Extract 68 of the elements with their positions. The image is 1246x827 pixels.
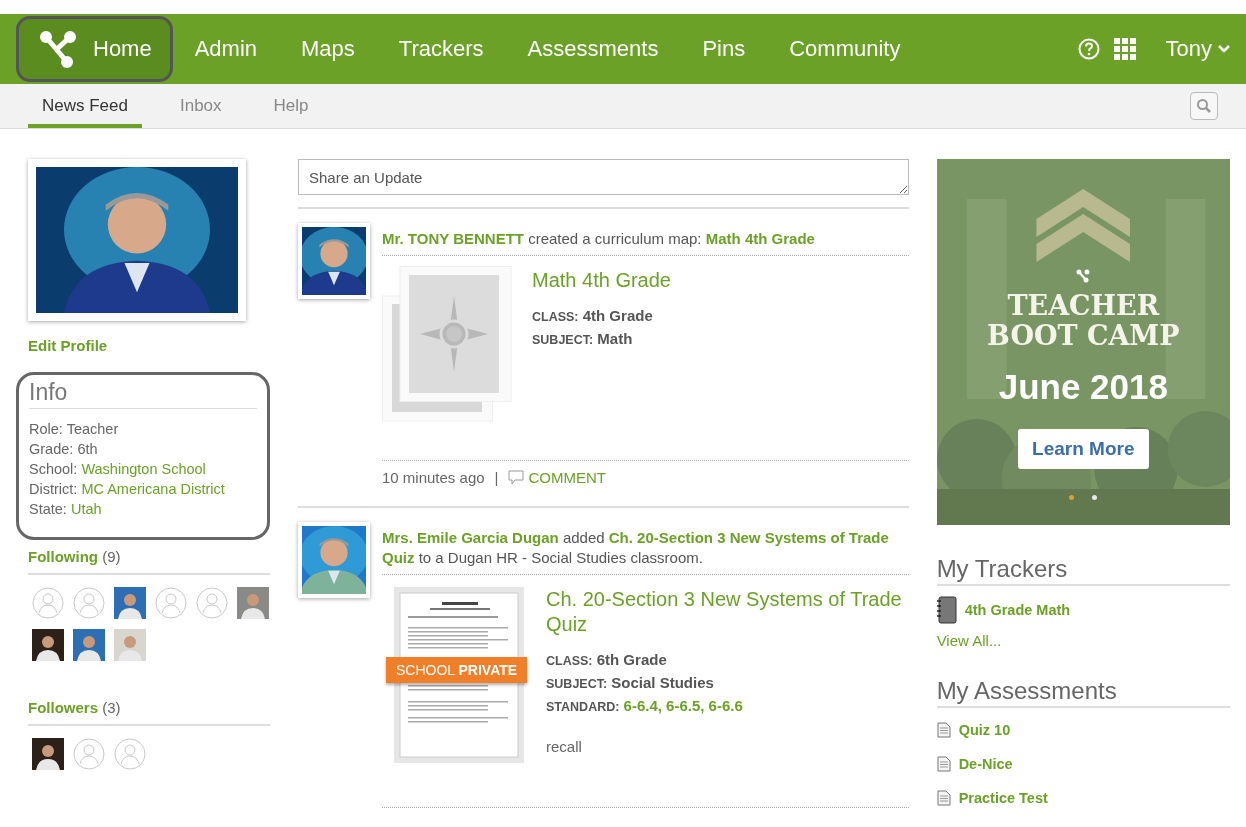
learn-more-button[interactable]: Learn More [1018,429,1149,469]
info-row-text: District: MC Americana District [29,480,226,499]
default-avatar-icon[interactable] [155,587,187,619]
document-icon [936,790,951,806]
card-field: SUBJECT: Math [532,328,671,351]
info-link[interactable]: Utah [70,501,102,517]
subnav-tab[interactable]: Inbox [166,84,236,128]
nav-item[interactable]: Admin [172,16,280,82]
view-all-link[interactable]: View All... [936,632,1230,649]
nav-item[interactable]: Trackers [376,16,506,82]
card-title[interactable]: Ch. 20-Section 3 New Systems of Trade Quiz [546,587,909,637]
widget-title: My Assessments [936,677,1230,708]
assessment-link[interactable]: Quiz 10 [936,722,1230,738]
edit-profile-link[interactable]: Edit Profile [28,337,270,354]
apps-grid-icon[interactable] [1113,38,1136,60]
activity-text: Mr. TONY BENNETT created a curriculum map: Math 4th Grade [382,223,909,256]
share-update-field[interactable]: Share an Update [298,159,909,195]
info-title: Info [29,379,257,409]
banner-date: June 2018 [998,367,1168,407]
info-row-text: Role: Teacher [29,420,120,439]
nav-item[interactable]: Community [767,16,923,82]
carousel-dot[interactable] [1092,495,1098,500]
subnav-tab[interactable]: News Feed [28,84,142,128]
logo-icon [37,28,79,70]
info-link[interactable]: Washington School [81,461,206,477]
section-heading: Followers (3) [28,699,270,726]
speech-bubble-icon [508,470,525,485]
info-link[interactable]: MC Americana District [81,481,225,497]
document-icon [936,722,951,738]
nav-item[interactable]: Pins [680,16,768,82]
notebook-icon [936,596,957,624]
nav-item[interactable]: Assessments [505,16,681,82]
carousel-dot[interactable] [1069,495,1075,500]
info-row-text: State: Utah [29,500,103,519]
comment-link[interactable]: COMMENT [508,469,606,486]
nav-item[interactable]: Maps [279,16,377,82]
card-field: STANDARD: 6-6.4, 6-6.5, 6-6.6 [546,695,909,718]
separator: | [494,469,499,486]
default-avatar-icon[interactable] [32,587,64,619]
card-field: CLASS: 6th Grade [546,649,909,672]
chevron-down-icon[interactable] [1218,45,1230,53]
search-icon [1196,98,1212,114]
nav-item[interactable]: Home [16,16,173,82]
help-icon[interactable] [1077,38,1100,60]
banner-heading: TEACHER BOOT CAMP [987,291,1180,351]
default-avatar-icon[interactable] [114,738,146,770]
default-avatar-icon[interactable] [73,738,105,770]
section-heading: Following (9) [28,548,270,575]
default-avatar-icon[interactable] [196,587,228,619]
privacy-badge: SCHOOL PRIVATE [386,657,528,683]
info-row-text: School: Washington School [29,460,207,479]
info-row-text: Grade: 6th [29,440,99,459]
tracker-link[interactable]: 4th Grade Math [936,596,1230,624]
logo-icon [1076,269,1091,283]
card-field: CLASS: 4th Grade [532,305,671,328]
assessment-link[interactable]: Practice Test [936,790,1230,806]
activity-text: Mrs. Emile Garcia Dugan added Ch. 20-Section 3 New Systems of Trade Quiz to a Dugan HR - Social Studies classroom. [382,522,909,575]
widget-title: My Trackers [936,555,1230,586]
card-title[interactable]: Math 4th Grade [532,268,671,293]
card-note: recall [546,738,583,755]
card-field: SUBJECT: Social Studies [546,672,909,695]
document-icon [936,756,951,772]
assessment-link[interactable]: De-Nice [936,756,1230,772]
default-avatar-icon[interactable] [73,587,105,619]
search-button[interactable] [1190,92,1218,120]
post-time: 10 minutes ago [382,469,485,486]
user-menu[interactable]: Tony [1165,36,1230,62]
subnav-tab[interactable]: Help [259,84,323,128]
